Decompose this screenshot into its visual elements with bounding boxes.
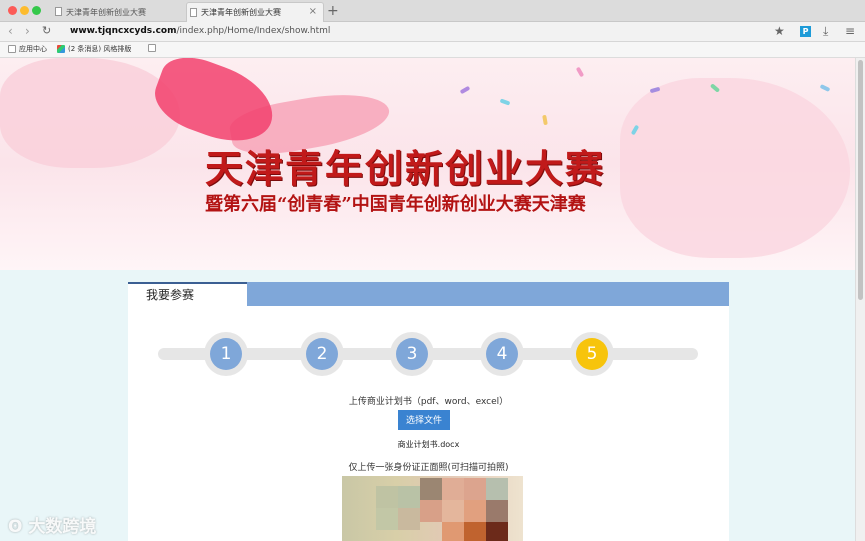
url-host: www.tjqncxcyds.com <box>70 26 177 36</box>
tab-join-contest[interactable]: 我要参赛 <box>128 282 247 306</box>
step-progress: 1 2 3 4 5 <box>158 329 698 379</box>
bookmark-style-layout[interactable]: (2 条消息) 风格排版 <box>57 44 131 54</box>
id-photo-upload-label: 仅上传一张身份证正面照(可扫描可拍照) <box>348 463 509 473</box>
minimize-window-button[interactable] <box>20 6 29 15</box>
confetti <box>499 98 511 106</box>
business-plan-upload-label: 上传商业计划书（pdf、word、excel） <box>348 397 509 407</box>
id-photo-preview[interactable] <box>342 476 523 541</box>
menu-icon[interactable]: ≡ <box>845 24 855 38</box>
banner-title: 天津青年创新创业大赛 <box>205 146 606 191</box>
registration-card: 我要参赛 1 2 3 4 5 上传商业计划书（pdf、word、excel） 选… <box>128 282 729 541</box>
uploaded-filename: 商业计划书.docx <box>397 440 460 449</box>
maximize-window-button[interactable] <box>32 6 41 15</box>
step-2: 2 <box>300 332 344 376</box>
browser-tab-bar: 天津青年创新创业大赛 天津青年创新创业大赛 × + <box>0 0 865 22</box>
card-header: 我要参赛 <box>128 282 729 306</box>
browser-tab-1[interactable]: 天津青年创新创业大赛 <box>52 2 190 22</box>
close-window-button[interactable] <box>8 6 17 15</box>
event-banner: 天津青年创新创业大赛 暨第六届“创青春”中国青年创新创业大赛天津赛 <box>0 58 855 270</box>
tab-title: 天津青年创新创业大赛 <box>66 7 146 17</box>
scrollbar-thumb[interactable] <box>858 60 863 300</box>
confetti <box>542 114 548 126</box>
browser-toolbar: ‹ › ↻ www.tjqncxcyds.com/index.php/Home/… <box>0 22 865 42</box>
tab-title: 天津青年创新创业大赛 <box>201 8 281 17</box>
browser-tab-2[interactable]: 天津青年创新创业大赛 × <box>186 2 324 22</box>
watermark: ʘ 大数跨境 <box>8 517 97 537</box>
bookmark-blank[interactable] <box>148 44 156 52</box>
reload-icon[interactable]: ↻ <box>42 24 51 37</box>
page-scrollbar[interactable] <box>855 58 865 541</box>
confetti <box>459 85 471 95</box>
back-icon[interactable]: ‹ <box>8 24 13 38</box>
document-icon <box>148 44 156 52</box>
bookmark-app-center[interactable]: 应用中心 <box>8 44 47 54</box>
confetti <box>819 84 831 92</box>
step-4: 4 <box>480 332 524 376</box>
folder-icon <box>8 45 16 53</box>
document-icon <box>190 8 197 17</box>
download-icon[interactable]: ⤓ <box>823 24 828 39</box>
banner-decoration <box>0 58 180 168</box>
banner-subtitle: 暨第六届“创青春”中国青年创新创业大赛天津赛 <box>205 194 586 215</box>
star-icon[interactable]: ★ <box>774 24 785 38</box>
close-tab-icon[interactable]: × <box>309 6 317 17</box>
bookmarks-bar: 应用中心 (2 条消息) 风格排版 <box>0 42 865 58</box>
url-path: /index.php/Home/Index/show.html <box>176 26 331 36</box>
document-icon <box>55 7 62 16</box>
confetti <box>575 66 585 78</box>
step-1: 1 <box>204 332 248 376</box>
step-5-active: 5 <box>570 332 614 376</box>
step-3: 3 <box>390 332 434 376</box>
address-bar[interactable]: www.tjqncxcyds.com/index.php/Home/Index/… <box>70 26 330 36</box>
banner-decoration <box>620 78 850 258</box>
parking-icon[interactable]: P <box>800 26 811 37</box>
app-icon <box>57 45 65 53</box>
new-tab-button[interactable]: + <box>327 3 339 19</box>
choose-file-button[interactable]: 选择文件 <box>398 410 450 430</box>
forward-icon[interactable]: › <box>25 24 30 38</box>
